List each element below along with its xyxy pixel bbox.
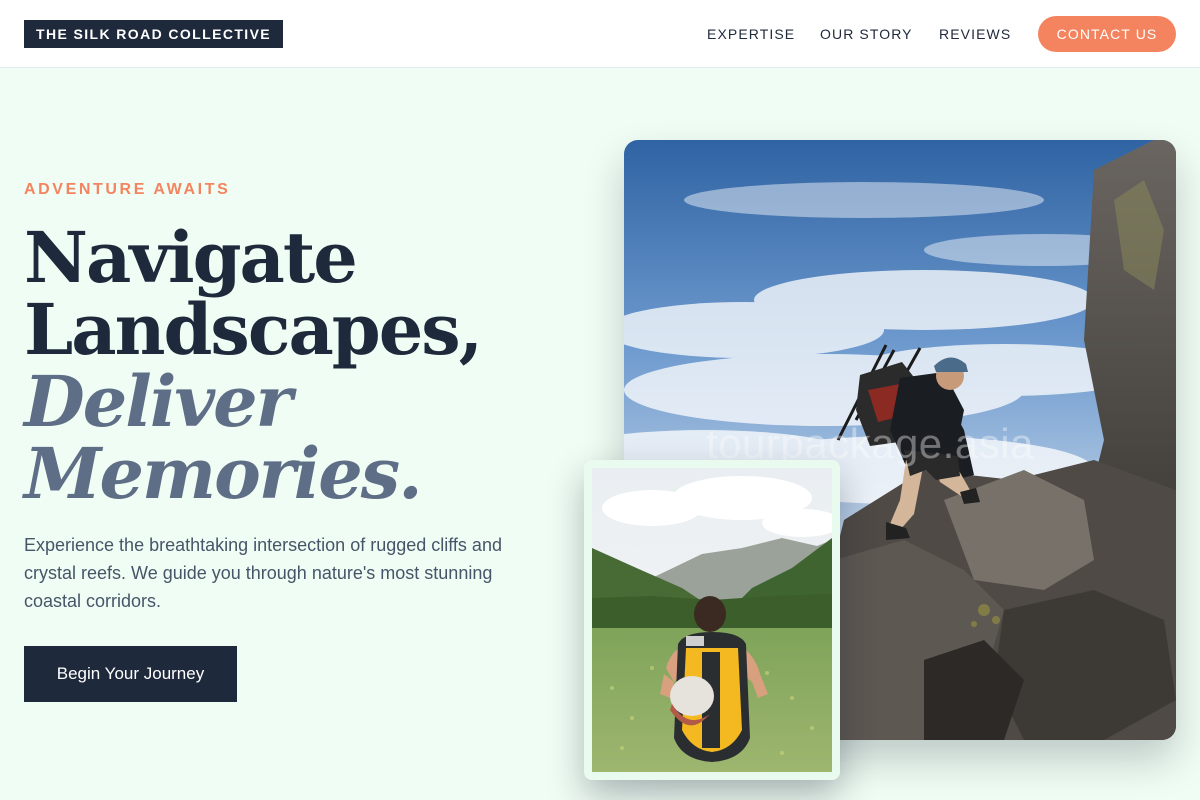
- headline-line-navigate: Navigate: [24, 216, 358, 299]
- site-logo[interactable]: THE SILK ROAD COLLECTIVE: [24, 20, 284, 48]
- hero-description: Experience the breathtaking intersection…: [24, 535, 502, 611]
- backpacker-valley-photo-card: [584, 460, 840, 780]
- top-navigation-bar: THE SILK ROAD COLLECTIVE EXPERTISE OUR S…: [0, 0, 1200, 68]
- nav-link-expertise[interactable]: EXPERTISE: [707, 24, 795, 44]
- headline-line-landscapes: Landscapes,: [24, 288, 483, 371]
- contact-us-button[interactable]: CONTACT US: [1038, 16, 1176, 52]
- hero-eyebrow: ADVENTURE AWAITS: [24, 181, 231, 198]
- backpacker-valley-illustration: [592, 468, 832, 772]
- hero-headline: Navigate Landscapes, Deliver Memories.: [24, 222, 584, 510]
- headline-line-deliver: Deliver: [24, 360, 293, 443]
- nav-link-our-story[interactable]: OUR STORY: [820, 24, 913, 44]
- nav-link-reviews[interactable]: REVIEWS: [939, 24, 1011, 44]
- begin-journey-button[interactable]: Begin Your Journey: [24, 646, 237, 702]
- headline-line-memories: Memories.: [24, 432, 423, 515]
